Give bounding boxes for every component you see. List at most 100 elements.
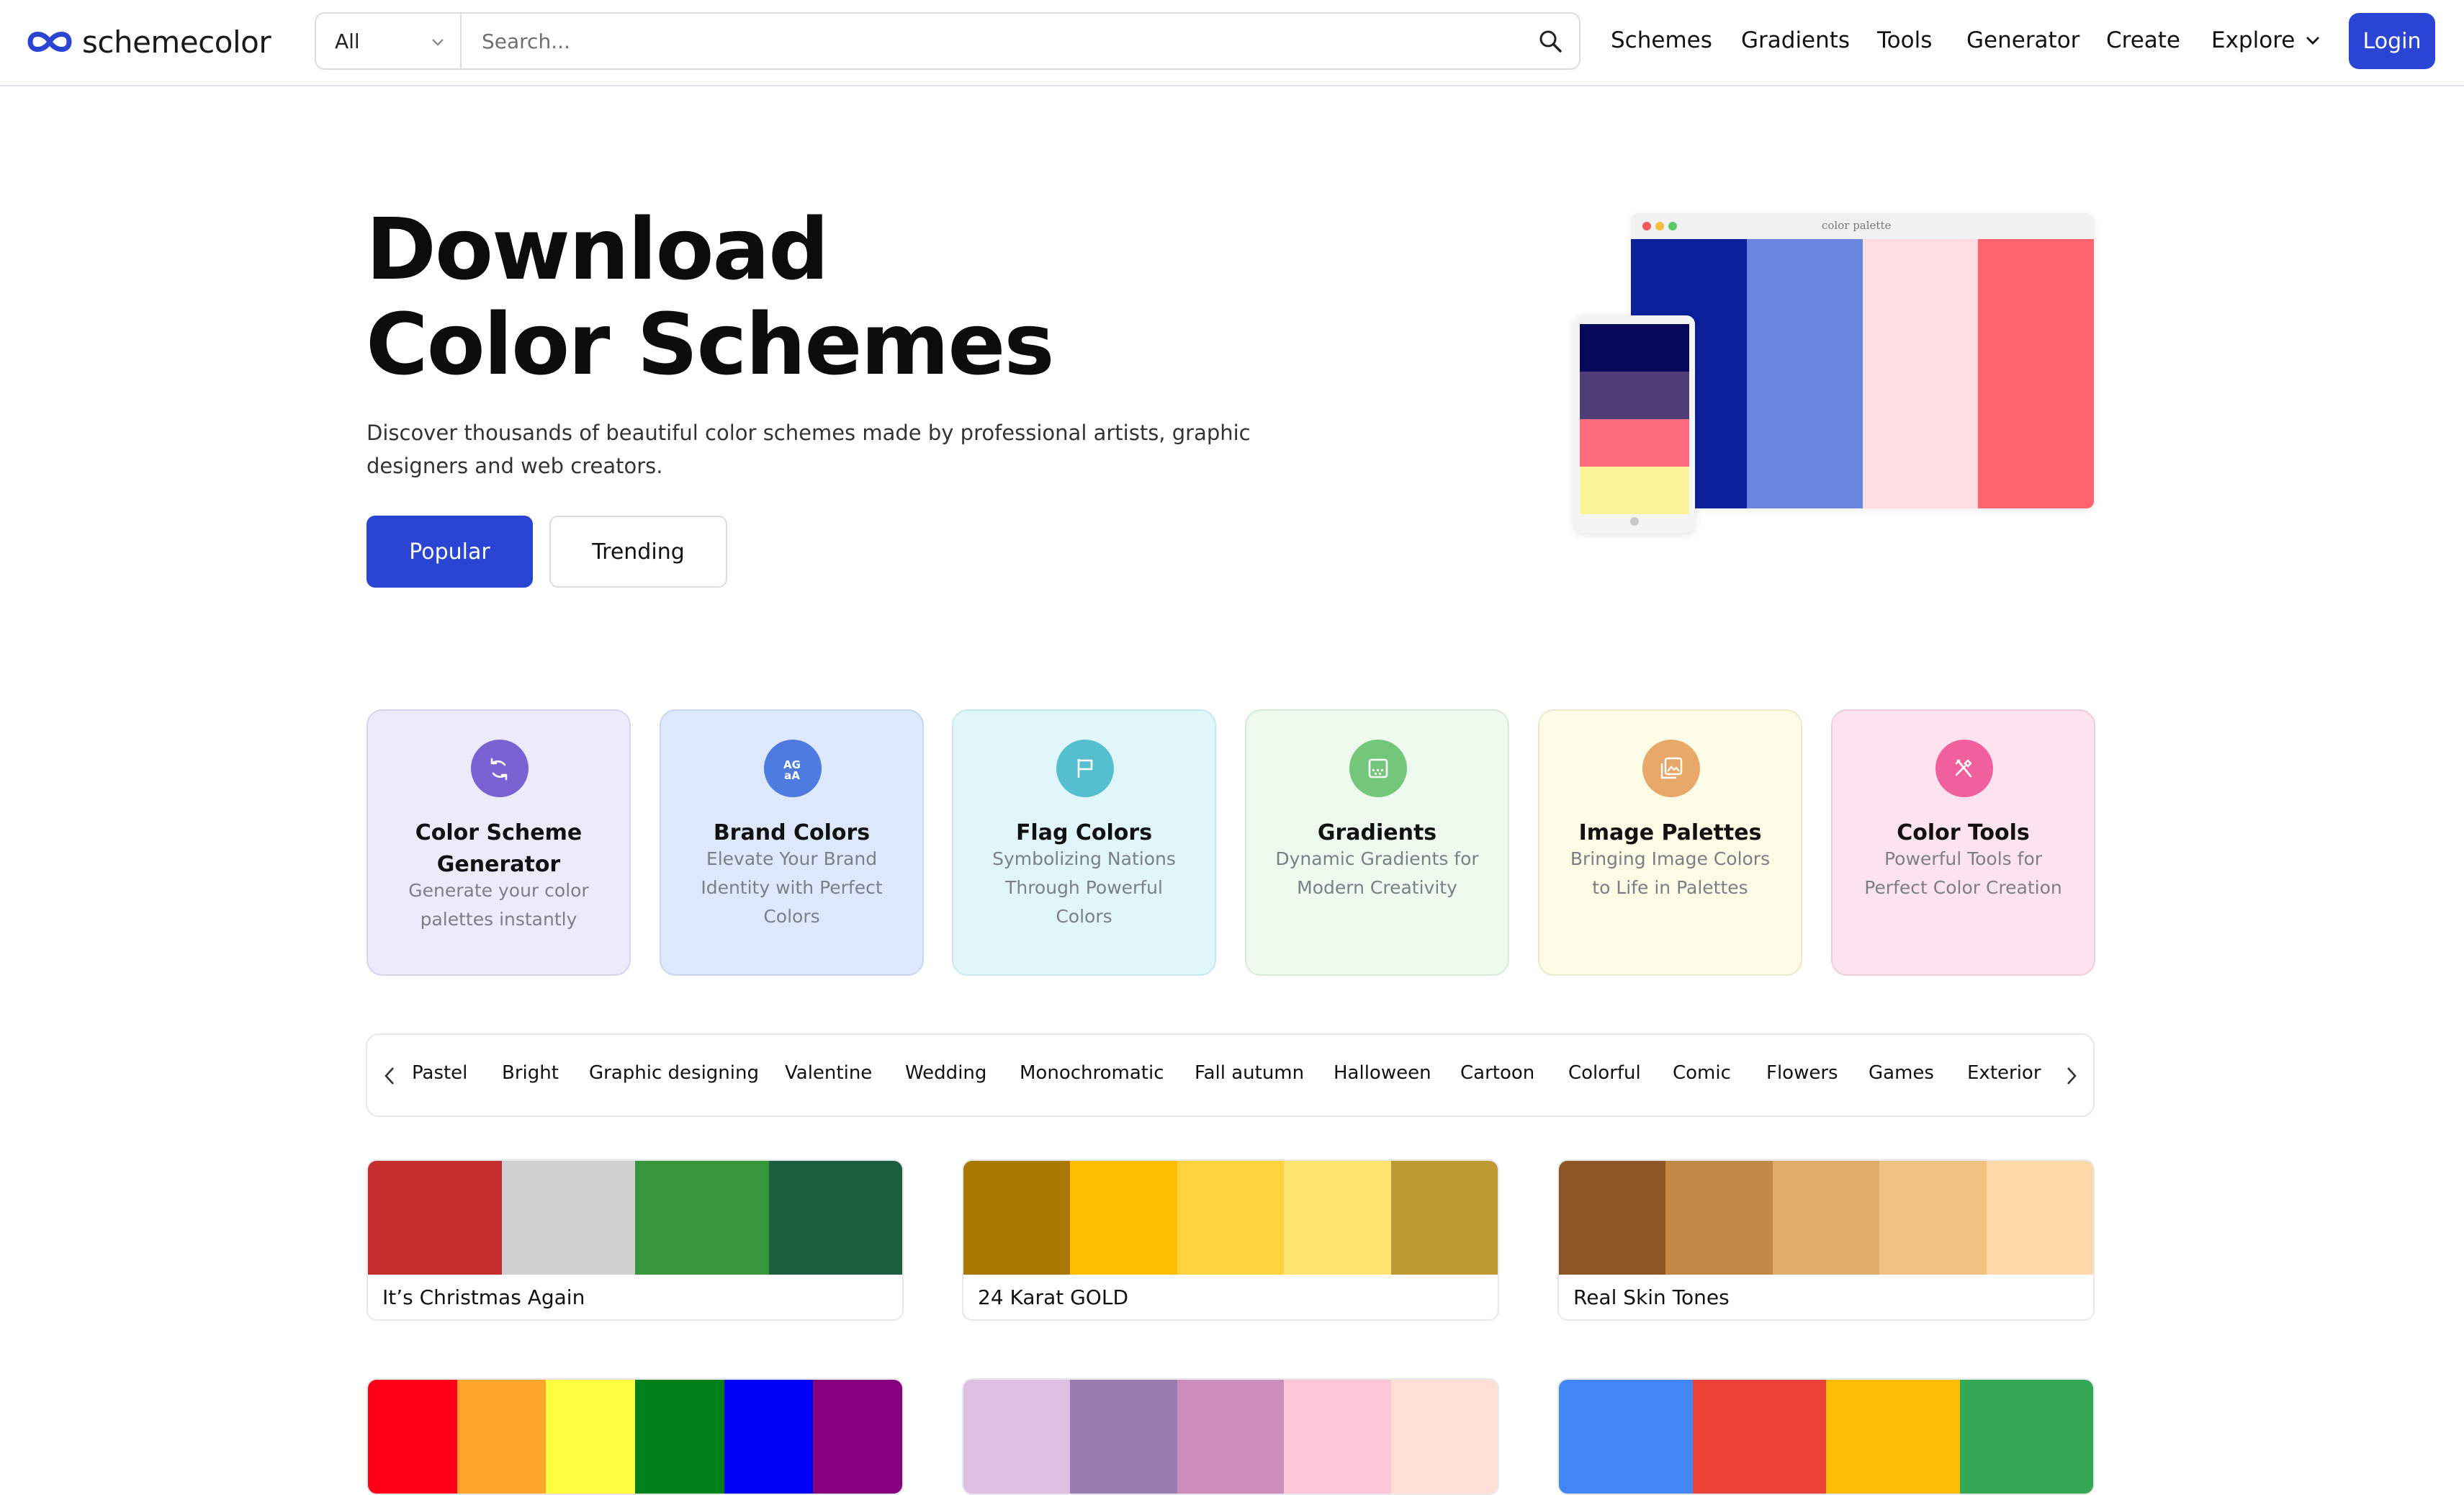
- palette-swatches: [963, 1161, 1498, 1275]
- color-swatch[interactable]: [1826, 1380, 1960, 1494]
- color-swatch[interactable]: [768, 1161, 902, 1275]
- color-swatch[interactable]: [1559, 1380, 1693, 1494]
- color-swatch[interactable]: [368, 1161, 502, 1275]
- color-swatch[interactable]: [813, 1380, 902, 1494]
- login-button[interactable]: Login: [2349, 13, 2435, 69]
- tools-icon: [1935, 740, 1993, 797]
- tag-item[interactable]: Comic: [1673, 1062, 1731, 1084]
- tag-item[interactable]: Exterior: [1967, 1062, 2041, 1084]
- palette-card[interactable]: [1557, 1378, 2095, 1495]
- color-swatch[interactable]: [501, 1161, 635, 1275]
- color-swatch[interactable]: [1959, 1380, 2093, 1494]
- color-swatch[interactable]: [1879, 1161, 1987, 1275]
- window-minimize-dot: [1655, 222, 1664, 230]
- illustration-title: color palette: [1822, 219, 1892, 232]
- font-icon: AG aA: [764, 740, 822, 797]
- tag-item[interactable]: Graphic designing: [589, 1062, 759, 1084]
- color-swatch[interactable]: [368, 1380, 457, 1494]
- search-category-select[interactable]: All: [316, 14, 462, 68]
- category-card[interactable]: Color Tools Powerful Tools for Perfect Co…: [1831, 709, 2095, 976]
- desktop-stripe: [1862, 239, 1979, 508]
- search-input[interactable]: [462, 14, 1521, 68]
- color-swatch[interactable]: [1559, 1161, 1666, 1275]
- color-swatch[interactable]: [635, 1161, 769, 1275]
- popular-button[interactable]: Popular: [367, 516, 533, 588]
- category-card[interactable]: Flag Colors Symbolizing Nations Through P…: [952, 709, 1216, 976]
- category-card-title: Color Scheme Generator: [415, 820, 583, 877]
- color-swatch[interactable]: [724, 1380, 814, 1494]
- search-button[interactable]: [1521, 14, 1579, 68]
- tag-item[interactable]: Valentine: [785, 1062, 872, 1084]
- palette-card[interactable]: [367, 1378, 904, 1495]
- color-swatch[interactable]: [1284, 1161, 1391, 1275]
- category-card-description: Powerful Tools for Perfect Color Creatio…: [1864, 848, 2062, 898]
- nav-explore-label: Explore: [2211, 27, 2296, 53]
- category-card-description: Symbolizing Nations Through Powerful Col…: [992, 848, 1176, 927]
- category-card[interactable]: Gradients Dynamic Gradients for Modern Cr…: [1245, 709, 1509, 976]
- color-swatch[interactable]: [1177, 1380, 1285, 1494]
- nav-generator[interactable]: Generator: [1966, 27, 2079, 53]
- tag-item[interactable]: Monochromatic: [1020, 1062, 1164, 1084]
- tag-item[interactable]: Cartoon: [1460, 1062, 1534, 1084]
- color-swatch[interactable]: [963, 1380, 1071, 1494]
- flag-icon: [1056, 740, 1114, 797]
- site-logo[interactable]: schemecolor: [24, 22, 271, 62]
- palette-card[interactable]: [962, 1378, 1499, 1495]
- color-swatch[interactable]: [1772, 1161, 1880, 1275]
- color-swatch[interactable]: [1070, 1161, 1177, 1275]
- category-card[interactable]: Color Scheme Generator Generate your colo…: [367, 709, 631, 976]
- color-swatch[interactable]: [635, 1380, 724, 1494]
- tag-item[interactable]: Fall autumn: [1195, 1062, 1304, 1084]
- tag-item[interactable]: Halloween: [1334, 1062, 1431, 1084]
- palette-swatches: [1559, 1161, 2093, 1275]
- category-card[interactable]: Image Palettes Bringing Image Colors to L…: [1538, 709, 1802, 976]
- palette-name[interactable]: Real Skin Tones: [1559, 1275, 2093, 1319]
- chevron-right-icon[interactable]: [2062, 1064, 2081, 1088]
- color-swatch[interactable]: [1177, 1161, 1285, 1275]
- tag-item[interactable]: Pastel: [412, 1062, 467, 1084]
- nav-create[interactable]: Create: [2106, 27, 2180, 53]
- nav-gradients[interactable]: Gradients: [1741, 27, 1850, 53]
- color-swatch[interactable]: [457, 1380, 547, 1494]
- desktop-stripe: [1746, 239, 1863, 508]
- phone-palette-stripes: [1580, 324, 1689, 514]
- trending-button[interactable]: Trending: [549, 516, 727, 588]
- tag-item[interactable]: Colorful: [1568, 1062, 1641, 1084]
- nav-tools[interactable]: Tools: [1877, 27, 1932, 53]
- search-icon: [1539, 30, 1562, 53]
- phone-stripe: [1580, 372, 1689, 419]
- window-close-dot: [1642, 222, 1651, 230]
- tag-item[interactable]: Wedding: [905, 1062, 986, 1084]
- palette-swatches: [1559, 1380, 2093, 1494]
- nav-schemes[interactable]: Schemes: [1611, 27, 1712, 53]
- color-swatch[interactable]: [1070, 1380, 1177, 1494]
- color-swatch[interactable]: [1390, 1161, 1498, 1275]
- category-card-description: Elevate Your Brand Identity with Perfect…: [701, 848, 883, 927]
- logo-text: schemecolor: [82, 24, 271, 60]
- phone-home-button: [1630, 517, 1639, 526]
- palette-name[interactable]: It’s Christmas Again: [368, 1275, 902, 1319]
- tag-item[interactable]: Flowers: [1766, 1062, 1838, 1084]
- palette-card[interactable]: Real Skin Tones: [1557, 1159, 2095, 1321]
- color-swatch[interactable]: [1692, 1380, 1826, 1494]
- color-swatch[interactable]: [963, 1161, 1071, 1275]
- desktop-palette-stripes: [1631, 239, 2094, 508]
- search-bar: All: [315, 12, 1581, 70]
- color-swatch[interactable]: [1390, 1380, 1498, 1494]
- category-card-description: Generate your color palettes instantly: [408, 880, 589, 930]
- color-swatch[interactable]: [546, 1380, 636, 1494]
- top-header: schemecolor All Schemes Gradients Tools …: [0, 0, 2464, 86]
- nav-explore[interactable]: Explore: [2211, 27, 2322, 53]
- tag-item[interactable]: Games: [1869, 1062, 1934, 1084]
- palette-card[interactable]: It’s Christmas Again: [367, 1159, 904, 1321]
- palette-swatches: [368, 1161, 902, 1275]
- chevron-left-icon[interactable]: [380, 1064, 399, 1088]
- color-swatch[interactable]: [1284, 1380, 1391, 1494]
- tag-item[interactable]: Bright: [502, 1062, 559, 1084]
- palette-card[interactable]: 24 Karat GOLD: [962, 1159, 1499, 1321]
- color-swatch[interactable]: [1986, 1161, 2093, 1275]
- phone-stripe: [1580, 324, 1689, 372]
- palette-name[interactable]: 24 Karat GOLD: [963, 1275, 1498, 1319]
- color-swatch[interactable]: [1665, 1161, 1773, 1275]
- category-card[interactable]: AG aA Brand Colors Elevate Your Brand Ident…: [660, 709, 924, 976]
